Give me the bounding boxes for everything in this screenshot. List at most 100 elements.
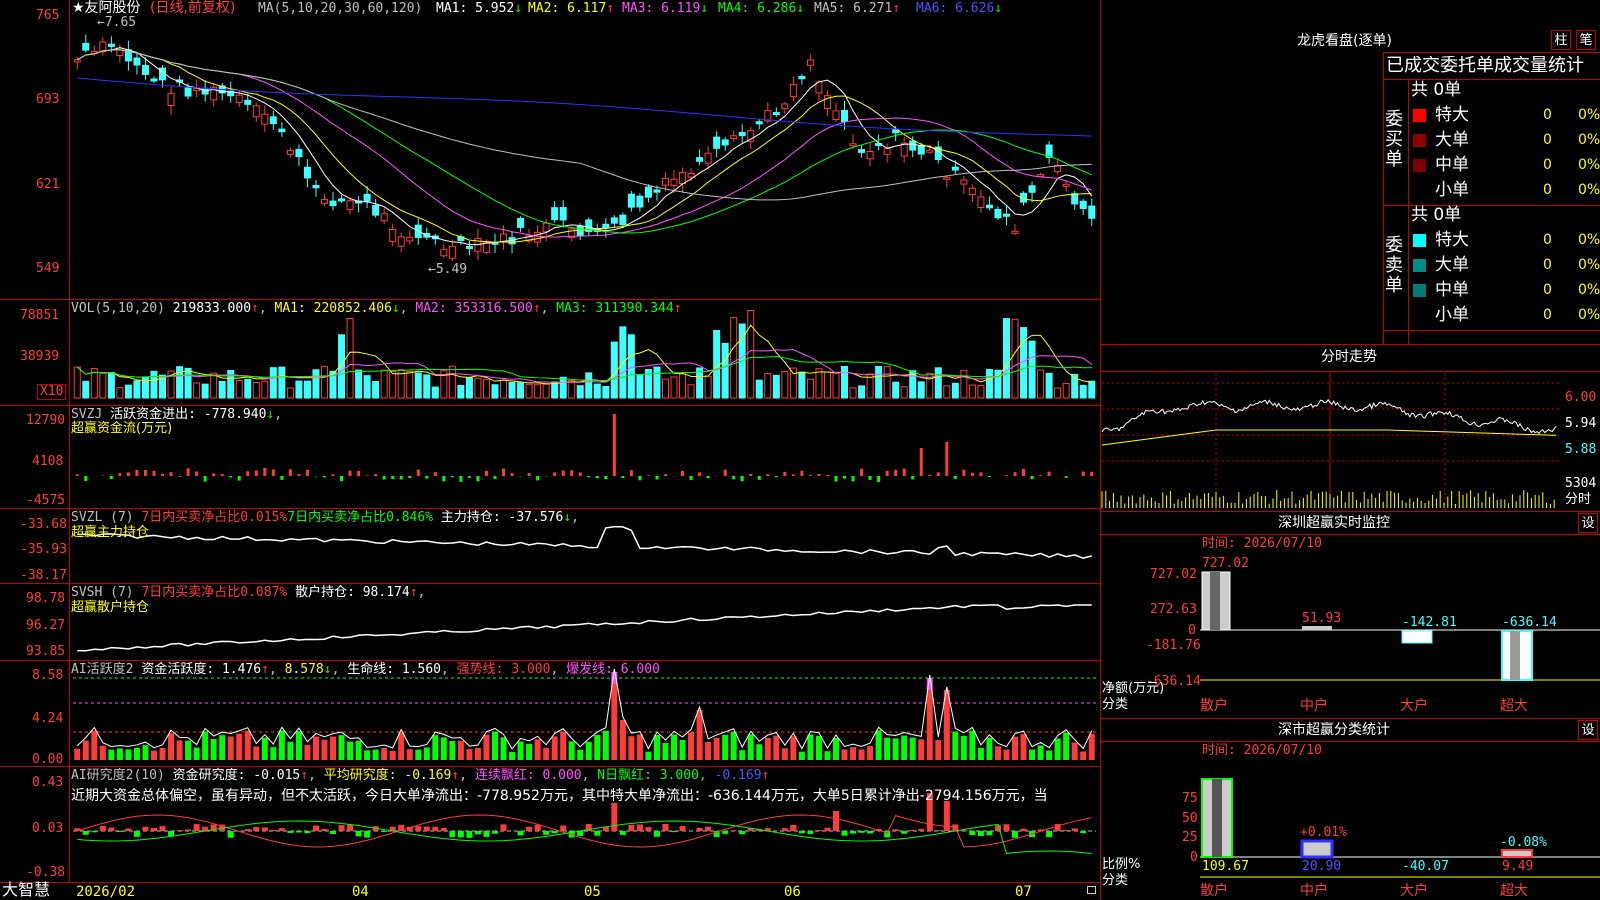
kline-candle	[636, 195, 644, 208]
classify-ytick-1: 50	[1182, 811, 1198, 826]
svzj-bar	[970, 472, 974, 476]
ai2-bar	[398, 732, 405, 760]
ai2-bar	[1037, 745, 1044, 760]
svzj-bar	[732, 476, 736, 480]
research-bar	[1012, 831, 1019, 838]
kline-candle	[278, 128, 286, 133]
svzj-bar	[953, 476, 957, 479]
chart-canvas[interactable]	[0, 0, 1600, 900]
buy-swatch-0	[1413, 109, 1426, 122]
kline-candle	[141, 65, 149, 75]
research-bar	[432, 826, 439, 831]
ai2-bar	[466, 749, 473, 760]
ai2-bar	[74, 748, 81, 760]
research-bar	[1003, 824, 1010, 831]
ma6-value: MA6: 6.626↓	[916, 1, 1003, 16]
ai2-bar	[347, 741, 354, 760]
research-bar	[901, 831, 908, 834]
kline-candle	[781, 103, 789, 110]
ai2-bar	[1063, 732, 1070, 760]
research-bar	[534, 825, 541, 831]
kline-candle	[670, 178, 678, 186]
vol-bar	[679, 373, 687, 399]
app-logo[interactable]: 大智慧	[2, 882, 50, 898]
svzj-bar	[689, 476, 693, 481]
ai2-bar	[653, 735, 660, 760]
monitor-val-1: 51.93	[1302, 611, 1342, 626]
ai2-bar	[82, 740, 89, 760]
vol-bar	[235, 379, 243, 399]
classify-settings-button[interactable]: 设	[1578, 720, 1598, 740]
vol-bar	[99, 372, 107, 399]
kline-candle	[338, 198, 346, 202]
intraday-avg-line	[1101, 429, 1557, 446]
kline-candle	[482, 242, 490, 253]
classify-title: 深市超赢分类统计	[1278, 722, 1390, 738]
vol-bar	[346, 318, 354, 399]
svzj-bar	[340, 476, 344, 482]
research-bar	[82, 831, 89, 835]
research-bar	[517, 831, 524, 836]
svzj-bar	[135, 470, 139, 476]
svzj-bar	[774, 476, 778, 478]
kline-candle	[184, 87, 192, 97]
svzj-bar	[229, 476, 233, 478]
vol-bar	[423, 374, 431, 399]
sell-row-name-3: 小单	[1435, 305, 1469, 325]
stock-period[interactable]: (日线,前复权)	[150, 1, 235, 15]
classify-pct-1: +0.01%	[1300, 825, 1347, 840]
kline-candle	[943, 176, 951, 180]
svsh-ytick-1: 96.27	[26, 618, 66, 633]
svzl-title: 超赢主力持仓	[71, 525, 150, 540]
ma1-value: MA1: 5.952↓	[436, 1, 523, 16]
kline-candle	[858, 149, 866, 153]
kline-candle	[312, 184, 320, 189]
vol-bar	[193, 382, 201, 399]
ai2-bar	[935, 740, 942, 760]
buy-row-pct-3: 0%	[1578, 182, 1600, 198]
kline-candle	[917, 144, 925, 155]
ai2-bar	[773, 735, 780, 760]
research-bar	[935, 830, 942, 831]
sell-row-pct-3: 0%	[1578, 307, 1600, 323]
intraday-tick-2: 5.88	[1565, 442, 1597, 457]
ai2-bar	[722, 734, 729, 760]
monitor-val-3: -636.14	[1502, 615, 1557, 630]
svzj-bar	[919, 448, 923, 476]
svzj-bar	[740, 476, 744, 482]
monitor-settings-button[interactable]: 设	[1578, 513, 1598, 533]
buy-row-name-2: 中单	[1435, 155, 1469, 175]
kline-candle	[619, 214, 627, 226]
ai2-bar	[423, 747, 430, 760]
kline-candle	[653, 189, 661, 193]
svzj-bar	[681, 470, 685, 476]
tick-mode-button[interactable]: 笔	[1576, 30, 1596, 50]
svzj-bar	[288, 469, 292, 476]
vol-bar	[815, 368, 823, 399]
kline-candle	[329, 200, 337, 207]
research-ytick-0: 0.43	[32, 775, 64, 790]
lock-icon[interactable]	[1087, 886, 1096, 894]
intraday-title: 分时走势	[1321, 349, 1377, 365]
svzj-bar	[109, 476, 113, 479]
svzj-bar	[561, 470, 565, 476]
research-bar	[781, 828, 788, 831]
svzj-bar	[1030, 476, 1034, 480]
svzj-bar	[1039, 475, 1043, 476]
bar-mode-button[interactable]: 柱	[1551, 30, 1571, 50]
research-bar	[858, 831, 865, 833]
svzj-bar	[936, 472, 940, 476]
xaxis-3: 06	[784, 884, 801, 900]
research-bar	[423, 826, 430, 831]
svzj-bar	[374, 474, 378, 476]
vol-bar	[320, 365, 328, 399]
svzj-bar	[126, 472, 130, 476]
svzj-bar	[169, 472, 173, 476]
vol-bar	[1002, 318, 1010, 399]
kline-candle	[559, 207, 567, 221]
sell-row-name-1: 大单	[1435, 255, 1469, 275]
buy-side-label: 委买单	[1385, 109, 1403, 170]
vol-bar	[500, 379, 508, 399]
monitor-time: 时间: 2026/07/10	[1202, 536, 1322, 551]
monitor-axis-label: 净额(万元)	[1102, 681, 1165, 696]
